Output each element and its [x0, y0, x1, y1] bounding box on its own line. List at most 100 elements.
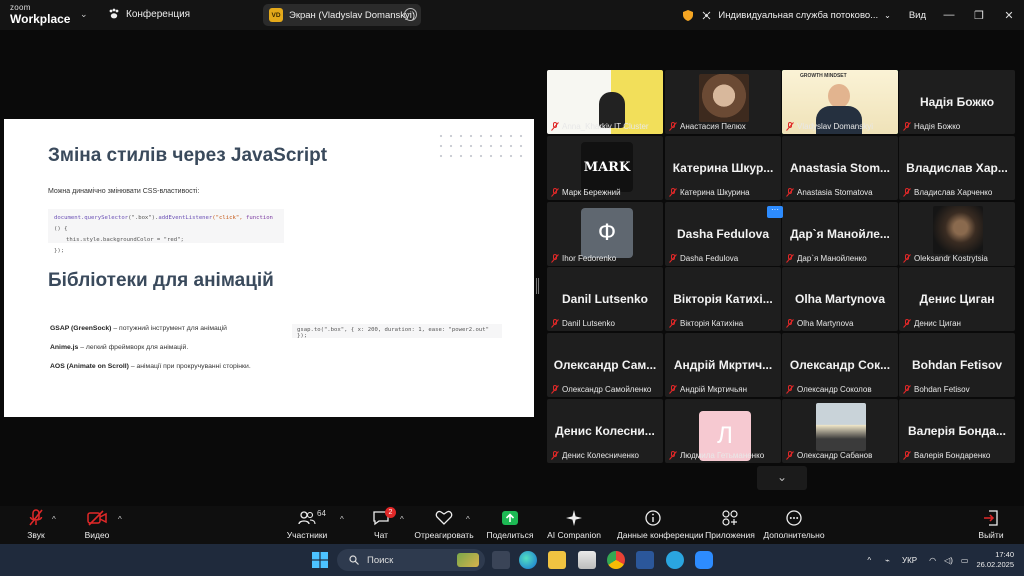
video-feed-person: [828, 84, 850, 108]
taskbar-search[interactable]: Поиск: [337, 549, 485, 571]
library-desc: – анімації при прокручуванні сторінки.: [128, 363, 251, 370]
participants-options-caret[interactable]: ^: [340, 515, 344, 524]
restore-icon[interactable]: ❐: [964, 9, 994, 22]
participant-tile[interactable]: Андрій Мкртич... Андрій Мкртичьян: [665, 333, 781, 397]
stream-icon[interactable]: [701, 10, 712, 21]
participant-tile[interactable]: Надія Божко Надія Божко: [899, 70, 1015, 134]
resize-handle[interactable]: [536, 278, 539, 294]
ai-companion-button[interactable]: AI Companion: [538, 508, 610, 540]
file-explorer-icon[interactable]: [548, 551, 566, 569]
code-token: ("click",: [212, 215, 246, 221]
chat-options-caret[interactable]: ^: [400, 515, 404, 524]
participant-tile[interactable]: Валерія Бонда... Валерія Бондаренко: [899, 399, 1015, 463]
participants-icon: [298, 511, 316, 525]
minimize-icon[interactable]: —: [934, 9, 964, 21]
audio-options-caret[interactable]: ^: [52, 515, 56, 524]
participants-button[interactable]: 64 Участники: [271, 508, 343, 540]
avatar: MARK: [581, 142, 633, 192]
clock[interactable]: 17:40 26.02.2025: [976, 550, 1014, 570]
participant-display-name: Bohdan Fetisov: [911, 358, 1002, 372]
chrome-icon[interactable]: [607, 551, 625, 569]
participant-name-caption: Danil Lutsenko: [551, 319, 659, 328]
react-options-caret[interactable]: ^: [466, 515, 470, 524]
participant-tile[interactable]: Дар`я Манойле... Дар`я Манойленко: [782, 202, 898, 266]
library-item: AOS (Animate on Scroll) – анімації при п…: [50, 363, 251, 370]
mic-muted-icon: [786, 188, 794, 197]
participant-tile[interactable]: Dasha Fedulova Dasha Fedulova: [665, 202, 781, 266]
meeting-toolbar: Звук ^ Видео ^ 64 Участники ^ 2 Чат ^ От…: [0, 506, 1024, 544]
tray-overflow-icon[interactable]: ^: [867, 556, 871, 565]
video-button[interactable]: Видео: [61, 508, 133, 540]
participant-tile[interactable]: GROWTH MINDSET Vladyslav Domanskyi: [782, 70, 898, 134]
mic-muted-icon: [669, 122, 677, 131]
participant-tile[interactable]: Катерина Шкур... Катерина Шкурина: [665, 136, 781, 200]
participant-tile[interactable]: Anastasia Stom... Anastasia Stomatova: [782, 136, 898, 200]
close-icon[interactable]: ✕: [994, 9, 1024, 22]
participant-tile[interactable]: Danil Lutsenko Danil Lutsenko: [547, 267, 663, 331]
participant-tile[interactable]: Денис Колесни... Денис Колесниченко: [547, 399, 663, 463]
participant-name-caption: Владислав Харченко: [903, 188, 1011, 197]
shield-icon[interactable]: [683, 9, 694, 21]
word-icon[interactable]: [636, 551, 654, 569]
participants-count: 64: [317, 509, 326, 518]
participant-tile[interactable]: Anna_Kharkiv IT Cluster: [547, 70, 663, 134]
zoom-taskbar-icon[interactable]: [695, 551, 713, 569]
react-button[interactable]: Отреагировать: [408, 508, 480, 540]
chat-button[interactable]: 2 Чат: [345, 507, 417, 540]
mic-muted-icon: [786, 319, 794, 328]
participant-tile[interactable]: Л Людмила Гетьманенко: [665, 399, 781, 463]
participant-tile[interactable]: Олександр Сам... Олександр Самойленко: [547, 333, 663, 397]
share-button[interactable]: Поделиться: [474, 508, 546, 540]
search-icon: [349, 555, 359, 565]
chevron-down-icon[interactable]: ⌄: [884, 11, 891, 20]
wifi-status-icon[interactable]: ⌁: [885, 556, 890, 565]
apps-button[interactable]: Приложения: [694, 508, 766, 540]
participant-tile[interactable]: Olha Martynova Olha Martynova: [782, 267, 898, 331]
participant-tile[interactable]: Олександр Сок... Олександр Соколов: [782, 333, 898, 397]
participant-tile[interactable]: MARK Марк Бережний: [547, 136, 663, 200]
participant-name-caption: Надія Божко: [903, 122, 1011, 131]
participant-tile[interactable]: Bohdan Fetisov Bohdan Fetisov: [899, 333, 1015, 397]
store-icon[interactable]: [578, 551, 596, 569]
edge-browser-icon[interactable]: [519, 551, 537, 569]
participant-tile[interactable]: Денис Циган Денис Циган: [899, 267, 1015, 331]
mic-muted-icon: [669, 451, 677, 460]
participant-name-caption: Anna_Kharkiv IT Cluster: [551, 122, 659, 131]
leave-label: Выйти: [978, 530, 1004, 540]
windows-start-icon[interactable]: [312, 552, 328, 568]
chevron-down-icon[interactable]: ⌄: [80, 9, 88, 20]
conference-menu[interactable]: Конференция: [108, 8, 190, 20]
mic-muted-icon: [669, 319, 677, 328]
telegram-icon[interactable]: [666, 551, 684, 569]
task-view-icon[interactable]: [492, 551, 510, 569]
gallery-next-page-icon[interactable]: ⌄: [757, 466, 807, 490]
keyboard-language[interactable]: УКР: [902, 556, 917, 565]
view-menu[interactable]: Вид: [909, 10, 926, 21]
participant-tile[interactable]: Вікторія Катихі... Вікторія Катихіна: [665, 267, 781, 331]
avatar: Ф: [581, 208, 633, 258]
participant-name-caption: Валерія Бондаренко: [903, 451, 1011, 460]
leave-button[interactable]: Выйти: [955, 508, 1024, 540]
participant-name: Anna_Kharkiv IT Cluster: [562, 122, 649, 131]
participant-name: Надія Божко: [914, 122, 961, 131]
video-options-caret[interactable]: ^: [118, 515, 122, 524]
more-button[interactable]: Дополнительно: [758, 508, 830, 540]
library-desc: – потужний інструмент для анімацій: [111, 325, 227, 332]
tile-more-button[interactable]: ···: [767, 206, 783, 218]
more-options-icon[interactable]: ···: [404, 8, 417, 21]
paw-icon: [109, 8, 119, 19]
participant-tile[interactable]: Олександр Сабанов: [782, 399, 898, 463]
participant-tile[interactable]: Анастасия Пелюх: [665, 70, 781, 134]
livestream-service-label[interactable]: Индивидуальная служба потоково...: [718, 10, 878, 21]
participant-tile[interactable]: Ф Ihor Fedorenko: [547, 202, 663, 266]
participant-tile[interactable]: Oleksandr Kostrytsia: [899, 202, 1015, 266]
participant-tile[interactable]: Владислав Хар... Владислав Харченко: [899, 136, 1015, 200]
battery-icon[interactable]: ▭: [961, 556, 969, 565]
participant-name: Денис Циган: [914, 319, 961, 328]
meeting-info-button[interactable]: Данные конференции: [617, 508, 704, 540]
participant-name-caption: Денис Циган: [903, 319, 1011, 328]
screen-share-indicator[interactable]: VD Экран (Vladyslav Domanskyi) ···: [263, 4, 421, 26]
volume-icon[interactable]: ◁): [944, 556, 953, 565]
network-icon[interactable]: ◠: [929, 556, 936, 565]
code-token: function: [245, 215, 273, 221]
